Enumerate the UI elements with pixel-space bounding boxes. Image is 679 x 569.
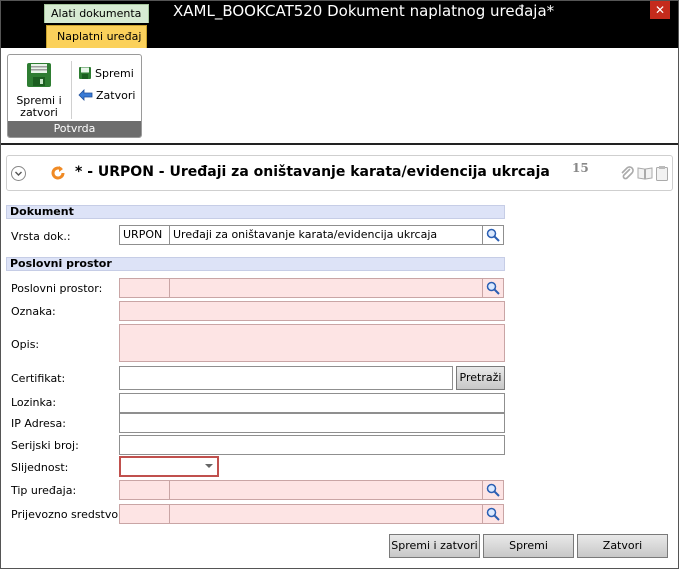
opis-field[interactable]	[119, 324, 505, 362]
search-icon	[486, 483, 500, 497]
document-title: * - URPON - Uređaji za oništavanje karat…	[75, 164, 550, 180]
ip-adresa-field[interactable]	[119, 413, 505, 433]
tip-uredaja-code-field[interactable]	[119, 480, 170, 500]
poslovni-prostor-name-field[interactable]	[169, 278, 483, 298]
ribbon: Spremi i zatvori Spremi Zatvori Potvrda	[1, 48, 678, 145]
poslovni-prostor-label: Poslovni prostor:	[11, 282, 103, 295]
search-icon	[486, 507, 500, 521]
header-icon-group	[619, 165, 669, 181]
save-close-button[interactable]: Spremi i zatvori	[389, 534, 480, 558]
title-bar: Alati dokumenta XAML_BOOKCAT520 Dokument…	[1, 1, 678, 23]
vrsta-dok-code-field[interactable]: URPON	[119, 225, 170, 245]
close-label: Zatvori	[96, 88, 136, 102]
vrsta-dok-name-field[interactable]: Uređaji za oništavanje karata/evidencija…	[169, 225, 483, 245]
section-dokument: Dokument	[6, 205, 505, 219]
floppy-disk-small-icon	[79, 67, 91, 79]
poslovni-prostor-lookup-button[interactable]	[482, 278, 504, 298]
document-window: Alati dokumenta XAML_BOOKCAT520 Dokument…	[0, 0, 679, 569]
save-label: Spremi	[95, 66, 134, 80]
ribbon-close-button[interactable]: Zatvori	[78, 87, 135, 103]
attachment-count: 15	[572, 161, 589, 175]
refresh-icon[interactable]	[50, 165, 66, 181]
dropdown-arrow-icon	[205, 464, 213, 468]
lozinka-label: Lozinka:	[11, 396, 57, 409]
floppy-disk-icon	[27, 63, 51, 87]
expand-toggle[interactable]	[11, 166, 26, 181]
tip-uredaja-lookup-button[interactable]	[482, 480, 504, 500]
prijevozno-sredstvo-lookup-button[interactable]	[482, 504, 504, 524]
slijednost-dropdown[interactable]	[119, 456, 219, 477]
pretrazi-button[interactable]: Pretraži	[456, 366, 505, 390]
lozinka-field[interactable]	[119, 393, 505, 413]
clipboard-icon[interactable]	[655, 165, 669, 181]
serijski-broj-label: Serijski broj:	[11, 439, 79, 452]
opis-label: Opis:	[11, 338, 40, 351]
prijevozno-sredstvo-label: Prijevozno sredstvo:	[11, 508, 122, 521]
chevron-down-icon	[15, 171, 22, 176]
serijski-broj-field[interactable]	[119, 435, 505, 455]
prijevozno-sredstvo-code-field[interactable]	[119, 504, 170, 524]
tip-uredaja-label: Tip uređaja:	[11, 484, 77, 497]
save-close-label-line2: zatvori	[20, 106, 58, 119]
prijevozno-sredstvo-name-field[interactable]	[169, 504, 483, 524]
vrsta-dok-label: Vrsta dok.:	[11, 230, 71, 243]
ip-adresa-label: IP Adresa:	[11, 417, 66, 430]
search-icon	[486, 228, 500, 242]
ribbon-group-label: Potvrda	[8, 121, 141, 137]
book-icon[interactable]	[637, 165, 653, 181]
document-header: * - URPON - Uređaji za oništavanje karat…	[6, 155, 673, 191]
slijednost-label: Slijednost:	[11, 461, 69, 474]
certifikat-field[interactable]	[119, 366, 453, 390]
ribbon-save-close-button[interactable]: Spremi i zatvori	[10, 57, 68, 125]
context-tab-alati-dokumenta[interactable]: Alati dokumenta	[44, 4, 149, 23]
tab-naplatni-uredaj[interactable]: Naplatni uređaj	[46, 25, 147, 48]
tip-uredaja-name-field[interactable]	[169, 480, 483, 500]
ribbon-tab-row: Naplatni uređaj	[1, 23, 678, 48]
ribbon-save-button[interactable]: Spremi	[78, 65, 134, 81]
group-separator	[71, 61, 72, 119]
poslovni-prostor-code-field[interactable]	[119, 278, 170, 298]
search-icon	[486, 281, 500, 295]
oznaka-label: Oznaka:	[11, 305, 56, 318]
ribbon-group-potvrda: Spremi i zatvori Spremi Zatvori Potvrda	[7, 54, 142, 138]
vrsta-dok-lookup-button[interactable]	[482, 225, 504, 245]
window-close-button[interactable]: ✕	[650, 1, 670, 19]
window-title: XAML_BOOKCAT520 Dokument naplatnog uređa…	[173, 2, 555, 20]
save-button[interactable]: Spremi	[483, 534, 574, 558]
paperclip-icon[interactable]	[619, 165, 635, 181]
section-poslovni-prostor: Poslovni prostor	[6, 257, 505, 271]
close-button[interactable]: Zatvori	[577, 534, 668, 558]
certifikat-label: Certifikat:	[11, 372, 66, 385]
oznaka-field[interactable]	[119, 301, 505, 321]
arrow-left-icon	[78, 89, 93, 101]
